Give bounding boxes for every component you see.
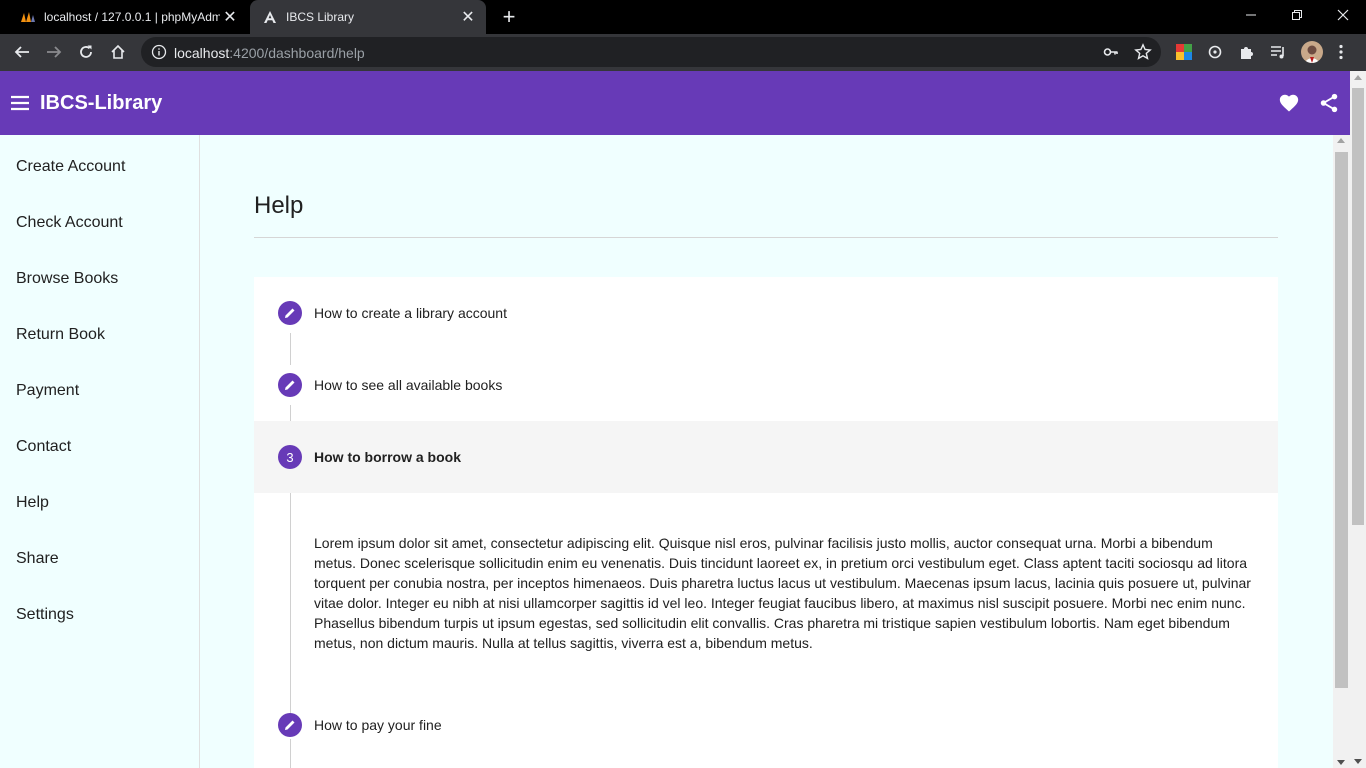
star-icon[interactable] bbox=[1134, 43, 1152, 66]
divider bbox=[254, 237, 1278, 238]
sidebar-item-settings[interactable]: Settings bbox=[16, 606, 74, 624]
app-toolbar: IBCS-Library bbox=[0, 71, 1350, 135]
tab-close-icon[interactable]: ✕ bbox=[458, 7, 478, 27]
sidebar-item-payment[interactable]: Payment bbox=[16, 382, 79, 400]
sidebar-item-share[interactable]: Share bbox=[16, 550, 59, 568]
step-header-borrow-book[interactable]: 3 How to borrow a book bbox=[254, 421, 1278, 493]
extension-colorful-icon[interactable] bbox=[1174, 42, 1194, 62]
url-path: :4200/dashboard/help bbox=[229, 45, 365, 61]
home-button[interactable] bbox=[104, 38, 132, 66]
pencil-icon bbox=[278, 373, 302, 397]
arrow-right-icon bbox=[47, 46, 62, 58]
phpmyadmin-icon bbox=[20, 9, 36, 25]
scroll-up-arrow-icon[interactable] bbox=[1354, 75, 1362, 80]
sidebar-item-check-account[interactable]: Check Account bbox=[16, 214, 123, 232]
tab-title: IBCS Library bbox=[286, 10, 355, 24]
step-header-create-account[interactable]: How to create a library account bbox=[254, 277, 1278, 349]
sidebar: Create Account Check Account Browse Book… bbox=[0, 135, 200, 768]
close-icon bbox=[1337, 9, 1349, 21]
restore-button[interactable] bbox=[1274, 0, 1320, 30]
app-brand: IBCS-Library bbox=[40, 92, 163, 114]
browser-tab-phpmyadmin[interactable]: localhost / 127.0.0.1 | phpMyAdmin ✕ bbox=[8, 0, 248, 34]
step-connector bbox=[290, 493, 291, 717]
browser-toolbar: localhost:4200/dashboard/help bbox=[0, 34, 1366, 71]
avatar[interactable] bbox=[1301, 41, 1323, 63]
close-window-button[interactable] bbox=[1320, 0, 1366, 30]
share-icon[interactable] bbox=[1318, 92, 1340, 119]
back-button[interactable] bbox=[8, 38, 36, 66]
step-label: How to borrow a book bbox=[314, 449, 461, 465]
pencil-icon bbox=[278, 301, 302, 325]
extension-cookie-icon[interactable] bbox=[1205, 42, 1225, 62]
step-label: How to see all available books bbox=[314, 377, 503, 393]
reload-icon bbox=[80, 45, 92, 58]
help-stepper: How to create a library account How to s… bbox=[254, 277, 1278, 768]
media-queue-icon[interactable] bbox=[1269, 42, 1289, 62]
minimize-icon bbox=[1246, 14, 1256, 16]
step-content-text: Lorem ipsum dolor sit amet, consectetur … bbox=[314, 535, 1251, 651]
step-number-badge: 3 bbox=[278, 445, 302, 469]
tab-title: localhost / 127.0.0.1 | phpMyAdmin bbox=[44, 10, 220, 24]
minimize-button[interactable] bbox=[1228, 0, 1274, 30]
forward-button[interactable] bbox=[40, 38, 68, 66]
browser-tab-ibcs-library[interactable]: IBCS Library ✕ bbox=[250, 0, 486, 34]
app-root: IBCS-Library Create Account Check Accoun… bbox=[0, 71, 1350, 768]
url-host: localhost bbox=[174, 45, 230, 61]
angular-icon bbox=[262, 9, 278, 25]
step-label: How to create a library account bbox=[314, 305, 507, 321]
page-scrollbar[interactable] bbox=[1350, 71, 1366, 768]
extensions-puzzle-icon[interactable] bbox=[1237, 42, 1257, 62]
sidebar-item-create-account[interactable]: Create Account bbox=[16, 158, 125, 176]
restore-icon bbox=[1292, 10, 1302, 20]
sidebar-item-help[interactable]: Help bbox=[16, 494, 49, 512]
content-scrollbar[interactable] bbox=[1333, 135, 1350, 768]
reload-button[interactable] bbox=[72, 38, 100, 66]
step-header-pay-fine[interactable]: How to pay your fine bbox=[254, 689, 1278, 761]
url-text: localhost:4200/dashboard/help bbox=[174, 45, 365, 61]
scroll-up-arrow-icon[interactable] bbox=[1337, 138, 1345, 143]
page-title: Help bbox=[254, 192, 304, 219]
menu-icon[interactable] bbox=[10, 93, 30, 113]
scroll-thumb[interactable] bbox=[1352, 88, 1364, 525]
home-icon bbox=[111, 44, 125, 59]
key-icon[interactable] bbox=[1103, 44, 1119, 65]
scroll-down-arrow-icon[interactable] bbox=[1354, 759, 1362, 764]
pencil-icon bbox=[278, 713, 302, 737]
browser-tab-strip: localhost / 127.0.0.1 | phpMyAdmin ✕ IBC… bbox=[0, 0, 1366, 34]
sidebar-item-browse-books[interactable]: Browse Books bbox=[16, 270, 118, 288]
arrow-left-icon bbox=[14, 46, 29, 58]
browser-menu-icon[interactable] bbox=[1331, 42, 1351, 62]
info-icon[interactable] bbox=[151, 44, 167, 65]
sidebar-item-return-book[interactable]: Return Book bbox=[16, 326, 105, 344]
heart-icon[interactable] bbox=[1278, 92, 1300, 119]
main-content: Help How to create a library account How… bbox=[200, 135, 1333, 768]
step-label: How to pay your fine bbox=[314, 717, 442, 733]
new-tab-button[interactable]: + bbox=[498, 4, 520, 29]
scroll-down-arrow-icon[interactable] bbox=[1337, 760, 1345, 765]
sidebar-item-contact[interactable]: Contact bbox=[16, 438, 71, 456]
step-header-available-books[interactable]: How to see all available books bbox=[254, 349, 1278, 421]
scroll-thumb[interactable] bbox=[1335, 152, 1348, 688]
tab-close-icon[interactable]: ✕ bbox=[220, 7, 240, 27]
address-bar[interactable]: localhost:4200/dashboard/help bbox=[141, 37, 1161, 67]
